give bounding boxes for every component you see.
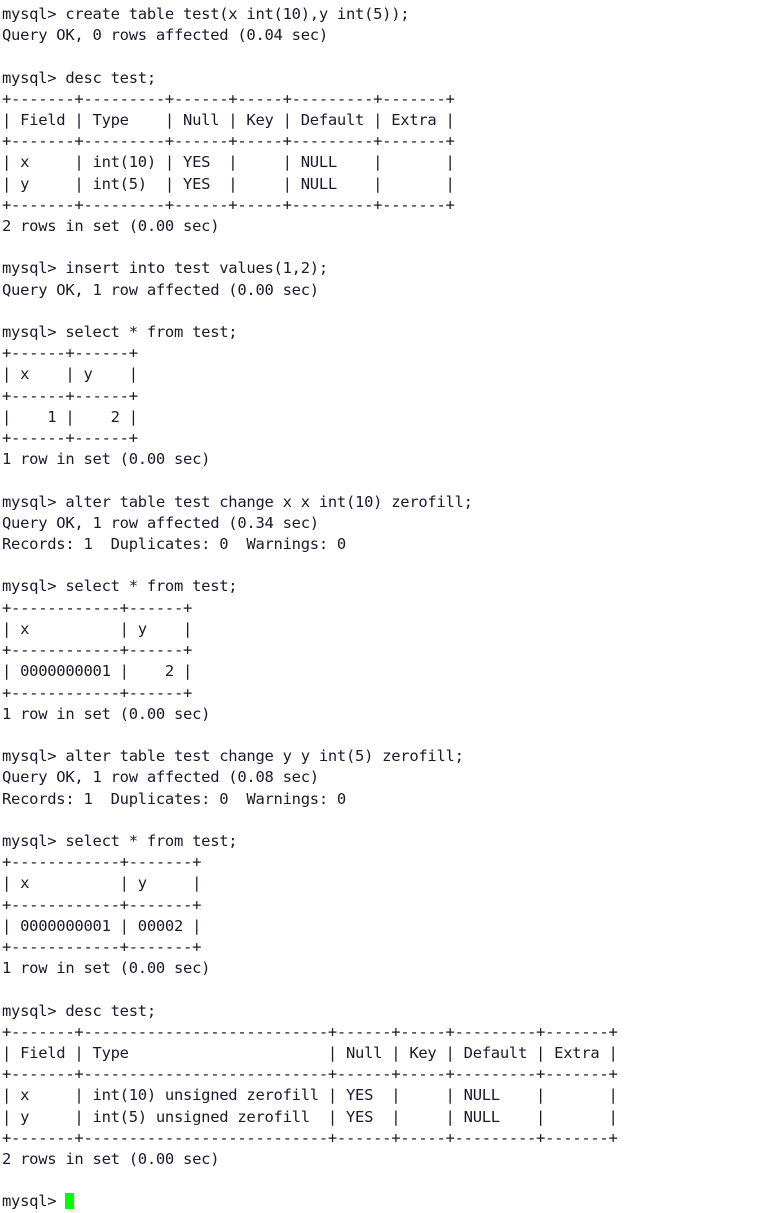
terminal-line: Query OK, 1 row affected (0.00 sec): [2, 280, 319, 299]
terminal-line: mysql> insert into test values(1,2);: [2, 259, 328, 278]
terminal-line: mysql> alter table test change x x int(1…: [2, 492, 473, 511]
terminal-line: +-------+---------------------------+---…: [2, 1128, 618, 1147]
terminal-line: Query OK, 1 row affected (0.08 sec): [2, 768, 319, 787]
terminal-line: | y | int(5) unsigned zerofill | YES | |…: [2, 1107, 618, 1126]
terminal-line: Records: 1 Duplicates: 0 Warnings: 0: [2, 535, 346, 554]
terminal-line: 2 rows in set (0.00 sec): [2, 1149, 220, 1168]
terminal-line: +-------+---------------------------+---…: [2, 1065, 618, 1084]
terminal-line: | x | y |: [2, 365, 138, 384]
terminal-line: +------------+------+: [2, 683, 193, 702]
terminal-line: mysql> desc test;: [2, 1001, 156, 1020]
terminal-line: +-------+---------+------+-----+--------…: [2, 132, 455, 151]
terminal-line: +------+------+: [2, 429, 138, 448]
terminal-line: +------------+------+: [2, 598, 193, 617]
terminal-output-area[interactable]: mysql> create table test(x int(10),y int…: [0, 0, 761, 1210]
terminal-line: mysql> select * from test;: [2, 577, 238, 596]
terminal-line: mysql> create table test(x int(10),y int…: [2, 5, 410, 23]
terminal-line: | y | int(5) | YES | | NULL | |: [2, 174, 455, 193]
block-cursor: [65, 1193, 75, 1210]
terminal-line: | 0000000001 | 2 |: [2, 662, 193, 681]
terminal-line: mysql> select * from test;: [2, 831, 238, 850]
terminal-line: mysql> desc test;: [2, 68, 156, 87]
terminal-line: Query OK, 1 row affected (0.34 sec): [2, 513, 319, 532]
terminal-line: +-------+---------------------------+---…: [2, 1022, 618, 1041]
terminal-line: Query OK, 0 rows affected (0.04 sec): [2, 26, 328, 45]
terminal-line: +-------+---------+------+-----+--------…: [2, 89, 455, 108]
terminal-line: 1 row in set (0.00 sec): [2, 959, 211, 978]
terminal-line: 1 row in set (0.00 sec): [2, 704, 211, 723]
terminal-line: +------------+-------+: [2, 895, 202, 914]
terminal-line: | x | int(10) unsigned zerofill | YES | …: [2, 1086, 618, 1105]
terminal-line: +-------+---------+------+-----+--------…: [2, 195, 455, 214]
terminal-line: +------------+-------+: [2, 937, 202, 956]
terminal-line: +------+------+: [2, 386, 138, 405]
terminal-line: | x | y |: [2, 874, 202, 893]
terminal-line: | Field | Type | Null | Key | Default | …: [2, 111, 455, 130]
terminal-line: | 0000000001 | 00002 |: [2, 916, 202, 935]
terminal-line: +------+------+: [2, 344, 138, 363]
terminal-line: 1 row in set (0.00 sec): [2, 450, 211, 469]
terminal-line: +------------+-------+: [2, 853, 202, 872]
terminal-prompt-line[interactable]: mysql>: [2, 1191, 761, 1212]
terminal-line: | x | int(10) | YES | | NULL | |: [2, 153, 455, 172]
terminal-line: 2 rows in set (0.00 sec): [2, 217, 220, 236]
terminal-line: | 1 | 2 |: [2, 407, 138, 426]
terminal-line: +------------+------+: [2, 641, 193, 660]
terminal-line: Records: 1 Duplicates: 0 Warnings: 0: [2, 789, 346, 808]
terminal-line: mysql> alter table test change y y int(5…: [2, 747, 464, 766]
terminal-line: mysql> select * from test;: [2, 323, 238, 342]
terminal-line: | Field | Type | Null | Key | Default | …: [2, 1043, 618, 1062]
terminal-line: | x | y |: [2, 619, 193, 638]
